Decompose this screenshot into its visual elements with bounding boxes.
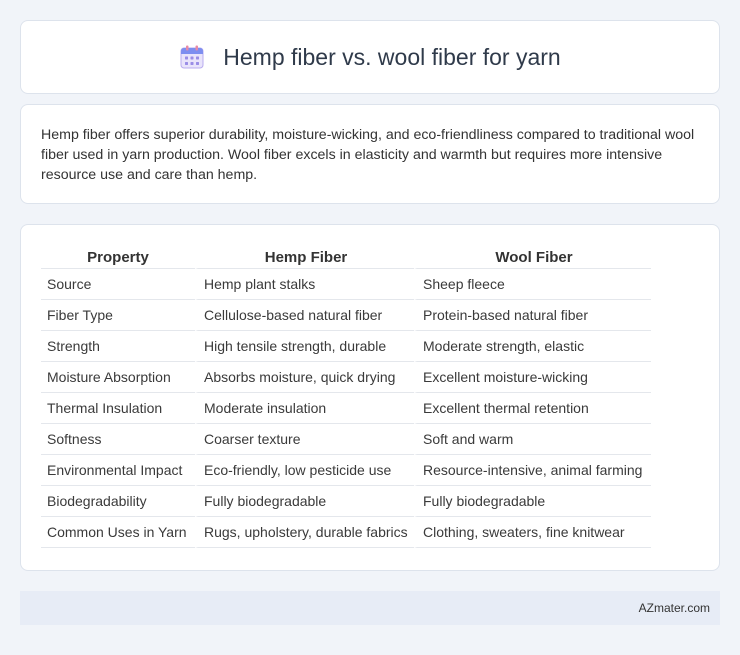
cell-hemp: Fully biodegradable — [195, 486, 414, 517]
cell-wool: Soft and warm — [414, 424, 651, 455]
column-header-hemp: Hemp Fiber — [195, 247, 414, 269]
cell-hemp: Eco-friendly, low pesticide use — [195, 455, 414, 486]
table-row: Softness Coarser texture Soft and warm — [41, 424, 651, 455]
cell-property: Source — [41, 269, 195, 300]
table-row: Thermal Insulation Moderate insulation E… — [41, 393, 651, 424]
cell-property: Thermal Insulation — [41, 393, 195, 424]
summary-card: Hemp fiber offers superior durability, m… — [20, 104, 720, 204]
cell-wool: Excellent thermal retention — [414, 393, 651, 424]
page-title: Hemp fiber vs. wool fiber for yarn — [223, 43, 561, 70]
column-header-wool: Wool Fiber — [414, 247, 651, 269]
cell-wool: Clothing, sweaters, fine knitwear — [414, 517, 651, 548]
calendar-icon — [179, 44, 205, 70]
cell-wool: Excellent moisture-wicking — [414, 362, 651, 393]
cell-hemp: High tensile strength, durable — [195, 331, 414, 362]
table-header-row: Property Hemp Fiber Wool Fiber — [41, 247, 651, 269]
cell-property: Softness — [41, 424, 195, 455]
title-wrap: Hemp fiber vs. wool fiber for yarn — [179, 43, 561, 71]
cell-hemp: Absorbs moisture, quick drying — [195, 362, 414, 393]
cell-property: Strength — [41, 331, 195, 362]
cell-wool: Fully biodegradable — [414, 486, 651, 517]
table-card: Property Hemp Fiber Wool Fiber Source He… — [20, 224, 720, 571]
cell-property: Moisture Absorption — [41, 362, 195, 393]
cell-wool: Sheep fleece — [414, 269, 651, 300]
summary-text: Hemp fiber offers superior durability, m… — [41, 127, 695, 183]
cell-hemp: Rugs, upholstery, durable fabrics — [195, 517, 414, 548]
cell-hemp: Cellulose-based natural fiber — [195, 300, 414, 331]
footer: AZmater.com — [20, 591, 720, 625]
table-row: Common Uses in Yarn Rugs, upholstery, du… — [41, 517, 651, 548]
table-row: Moisture Absorption Absorbs moisture, qu… — [41, 362, 651, 393]
cell-hemp: Coarser texture — [195, 424, 414, 455]
cell-property: Environmental Impact — [41, 455, 195, 486]
title-card: Hemp fiber vs. wool fiber for yarn — [20, 20, 720, 94]
table-row: Strength High tensile strength, durable … — [41, 331, 651, 362]
column-header-property: Property — [41, 247, 195, 269]
footer-brand: AZmater.com — [638, 601, 710, 615]
cell-property: Common Uses in Yarn — [41, 517, 195, 548]
table-row: Environmental Impact Eco-friendly, low p… — [41, 455, 651, 486]
cell-wool: Protein-based natural fiber — [414, 300, 651, 331]
cell-wool: Resource-intensive, animal farming — [414, 455, 651, 486]
table-row: Biodegradability Fully biodegradable Ful… — [41, 486, 651, 517]
cell-hemp: Hemp plant stalks — [195, 269, 414, 300]
comparison-table: Property Hemp Fiber Wool Fiber Source He… — [41, 247, 651, 548]
table-row: Fiber Type Cellulose-based natural fiber… — [41, 300, 651, 331]
cell-wool: Moderate strength, elastic — [414, 331, 651, 362]
cell-hemp: Moderate insulation — [195, 393, 414, 424]
table-row: Source Hemp plant stalks Sheep fleece — [41, 269, 651, 300]
cell-property: Biodegradability — [41, 486, 195, 517]
cell-property: Fiber Type — [41, 300, 195, 331]
